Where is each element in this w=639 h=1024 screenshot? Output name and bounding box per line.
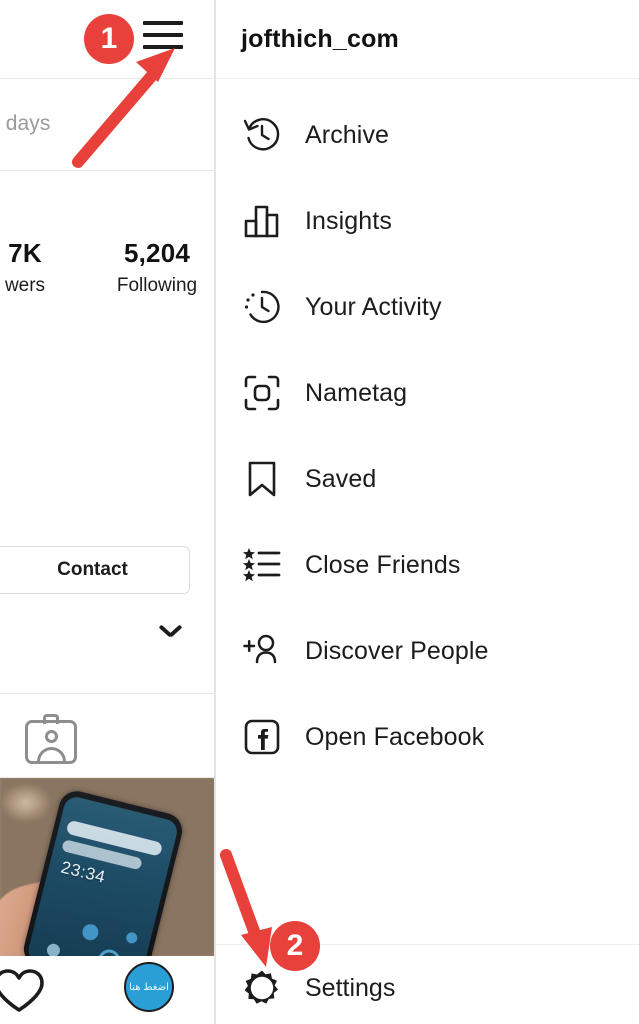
annotation-badge-1: 1	[84, 14, 134, 64]
annotation-overlay	[72, 48, 272, 967]
annotation-badge-2: 2	[270, 921, 320, 971]
screenshot-root: 7 days 7K wers 5,204 Following Contact	[0, 0, 639, 1024]
